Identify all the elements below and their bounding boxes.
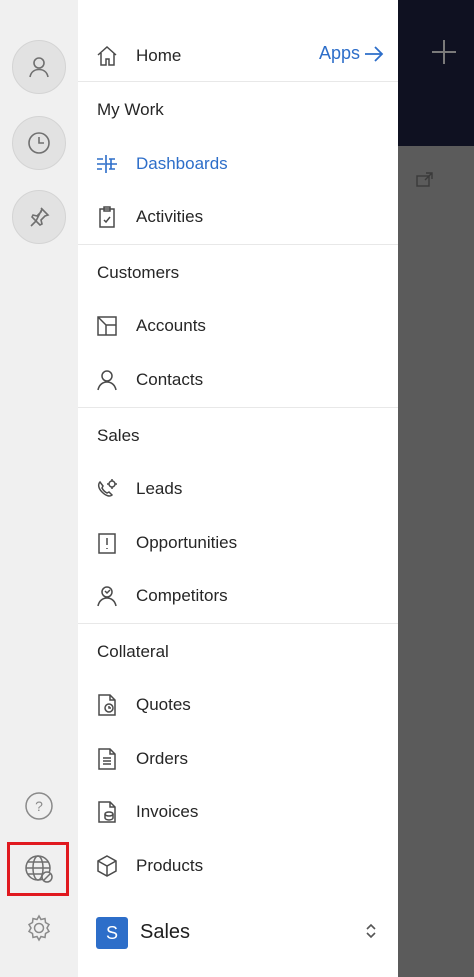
account-icon xyxy=(94,313,120,339)
help-button[interactable]: ? xyxy=(19,786,59,826)
nav-item-label: Opportunities xyxy=(136,533,238,552)
app-switcher[interactable]: S Sales xyxy=(78,905,398,977)
nav-item-label: Contacts xyxy=(136,370,204,389)
nav-item-competitors[interactable]: Competitors xyxy=(78,578,398,614)
pin-icon xyxy=(27,205,51,229)
nav-item-label: Accounts xyxy=(136,316,206,335)
profile-button[interactable] xyxy=(12,40,66,94)
divider xyxy=(78,407,398,408)
invoice-icon xyxy=(94,799,120,825)
box-icon xyxy=(94,853,120,879)
nav-item-orders[interactable]: Orders xyxy=(78,741,398,777)
profile-icon xyxy=(26,54,52,80)
quote-icon xyxy=(94,692,120,718)
person-icon xyxy=(94,367,120,393)
recent-button[interactable] xyxy=(12,116,66,170)
divider xyxy=(78,244,398,245)
clipboard-icon xyxy=(94,204,120,230)
svg-text:?: ? xyxy=(35,798,43,814)
nav-item-label: Competitors xyxy=(136,586,228,605)
help-icon: ? xyxy=(24,791,54,821)
nav-item-label: Activities xyxy=(136,207,204,226)
nav-item-opportunities[interactable]: Opportunities xyxy=(78,525,398,561)
nav-item-dashboards[interactable]: Dashboards xyxy=(78,146,398,182)
home-icon xyxy=(94,43,120,69)
dashboard-icon xyxy=(94,151,120,177)
opportunity-icon xyxy=(94,530,120,556)
app-tile: S xyxy=(96,917,128,949)
nav-item-label: Orders xyxy=(136,749,188,768)
globe-button[interactable] xyxy=(19,849,59,889)
nav-item-accounts[interactable]: Accounts xyxy=(78,308,398,344)
site-map-panel: Home Apps My Work Dashboards Activities … xyxy=(78,0,398,977)
nav-item-label: Home xyxy=(136,46,182,65)
nav-item-label: Products xyxy=(136,856,204,875)
clock-icon xyxy=(26,130,52,156)
nav-item-quotes[interactable]: Quotes xyxy=(78,687,398,723)
apps-label: Apps xyxy=(318,43,360,63)
globe-icon xyxy=(22,852,56,886)
divider xyxy=(78,81,398,82)
nav-item-invoices[interactable]: Invoices xyxy=(78,794,398,830)
settings-icon xyxy=(24,913,54,943)
nav-item-products[interactable]: Products xyxy=(78,848,398,884)
nav-item-label: Quotes xyxy=(136,695,191,714)
divider xyxy=(78,623,398,624)
nav-item-label: Dashboards xyxy=(136,154,228,173)
apps-link[interactable]: Apps xyxy=(319,43,384,64)
chevron-up-down-icon xyxy=(364,921,378,941)
section-title-collateral: Collateral xyxy=(97,642,169,661)
nav-item-label: Leads xyxy=(136,479,183,498)
app-header xyxy=(398,0,474,146)
settings-button[interactable] xyxy=(19,908,59,948)
section-title-sales: Sales xyxy=(97,426,140,445)
share-icon xyxy=(416,172,434,188)
nav-item-contacts[interactable]: Contacts xyxy=(78,362,398,398)
phone-icon xyxy=(94,476,120,502)
competitor-icon xyxy=(94,583,120,609)
nav-item-label: Invoices xyxy=(136,802,199,821)
section-title-my-work: My Work xyxy=(97,100,164,119)
nav-item-activities[interactable]: Activities xyxy=(78,199,398,235)
nav-item-leads[interactable]: Leads xyxy=(78,471,398,507)
order-icon xyxy=(94,746,120,772)
plus-icon xyxy=(430,38,458,66)
background-overlay[interactable] xyxy=(398,0,474,977)
arrow-right-icon xyxy=(364,45,384,62)
pinned-button[interactable] xyxy=(12,190,66,244)
left-rail: ? xyxy=(0,0,78,977)
app-name: Sales xyxy=(140,921,191,943)
section-title-customers: Customers xyxy=(97,263,180,282)
